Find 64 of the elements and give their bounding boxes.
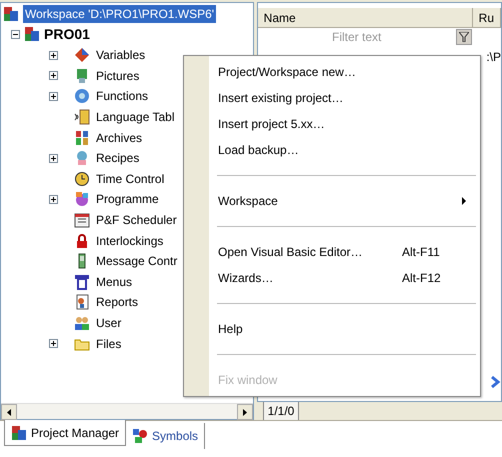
tab[interactable]: Project Manager bbox=[4, 420, 126, 446]
blocks-icon bbox=[74, 130, 90, 146]
report-icon bbox=[74, 294, 90, 310]
tree-item[interactable]: PRO01 bbox=[44, 24, 90, 44]
tree-item[interactable]: Interlockings bbox=[96, 232, 164, 250]
chevron-right-icon[interactable] bbox=[489, 375, 501, 389]
shortcut-label: Alt-F12 bbox=[402, 270, 442, 287]
menu-item[interactable]: Help bbox=[218, 320, 472, 338]
tree-item[interactable]: Message Contr bbox=[96, 252, 178, 270]
position-indicator: 1/1/0 bbox=[262, 401, 300, 421]
collapse-icon[interactable] bbox=[11, 30, 20, 38]
menu-item[interactable]: Wizards… bbox=[218, 269, 402, 287]
tree-item[interactable]: Archives bbox=[96, 128, 142, 147]
menu-item[interactable]: Insert existing project… bbox=[218, 89, 472, 107]
submenu-arrow-icon bbox=[462, 197, 466, 205]
tree-item[interactable]: Programme bbox=[96, 190, 159, 208]
tree-item[interactable]: Workspace 'D:\PRO1\PRO1.WSP6' bbox=[23, 5, 216, 23]
tree-item[interactable]: Time Control bbox=[96, 170, 164, 188]
gear-ball-icon bbox=[74, 88, 90, 104]
menu-item[interactable]: Insert project 5.xx… bbox=[218, 115, 472, 133]
tree-item[interactable]: Menus bbox=[96, 272, 132, 291]
project-icon bbox=[24, 26, 40, 42]
tree-item[interactable]: Pictures bbox=[96, 66, 140, 85]
expand-icon[interactable] bbox=[49, 71, 58, 80]
filter-button[interactable] bbox=[456, 29, 472, 45]
expand-icon[interactable] bbox=[49, 194, 58, 204]
tree-item[interactable]: Variables bbox=[96, 46, 146, 64]
shapes-icon bbox=[132, 428, 148, 444]
tree-item[interactable]: User bbox=[96, 314, 122, 332]
diamond-icon bbox=[74, 47, 90, 64]
expand-icon[interactable] bbox=[49, 339, 58, 348]
table-cell-text: :\P bbox=[486, 49, 501, 66]
shapes-icon bbox=[74, 191, 90, 208]
tree-item[interactable]: Reports bbox=[96, 293, 138, 312]
padlock-icon bbox=[74, 232, 90, 249]
column-header[interactable]: Ru bbox=[472, 8, 501, 27]
expand-icon[interactable] bbox=[49, 92, 58, 101]
project-icon bbox=[3, 6, 19, 22]
expand-icon[interactable] bbox=[49, 50, 58, 60]
left-arrow-icon bbox=[7, 408, 11, 416]
scroll-left-button[interactable] bbox=[1, 404, 17, 420]
menu-item[interactable]: Workspace bbox=[218, 192, 462, 210]
menu-item[interactable]: Load backup… bbox=[218, 141, 472, 159]
project-icon bbox=[11, 424, 27, 440]
menu-item[interactable]: Project/Workspace new… bbox=[218, 63, 472, 81]
speech-book-icon bbox=[74, 109, 90, 126]
tree-item[interactable]: P&F Scheduler bbox=[96, 211, 177, 230]
tree-item[interactable]: Recipes bbox=[96, 149, 140, 168]
scroll-right-button[interactable] bbox=[236, 404, 253, 420]
tree-item[interactable]: Language Tabl bbox=[96, 108, 175, 126]
shortcut-label: Alt-F11 bbox=[402, 244, 441, 261]
right-arrow-icon bbox=[242, 408, 247, 416]
expand-icon[interactable] bbox=[49, 154, 58, 163]
tree-item[interactable]: Functions bbox=[96, 87, 148, 106]
column-header[interactable]: Name bbox=[258, 8, 473, 27]
users-icon bbox=[74, 315, 90, 332]
calendar-icon bbox=[74, 212, 90, 228]
menu-item[interactable]: Open Visual Basic Editor… bbox=[218, 243, 402, 261]
tree-item[interactable]: Files bbox=[96, 334, 122, 353]
funnel-icon bbox=[458, 32, 469, 42]
tab[interactable]: Symbols bbox=[126, 423, 206, 449]
clock-icon bbox=[74, 170, 90, 187]
picture-icon bbox=[74, 68, 90, 84]
menu-icon bbox=[74, 274, 90, 290]
